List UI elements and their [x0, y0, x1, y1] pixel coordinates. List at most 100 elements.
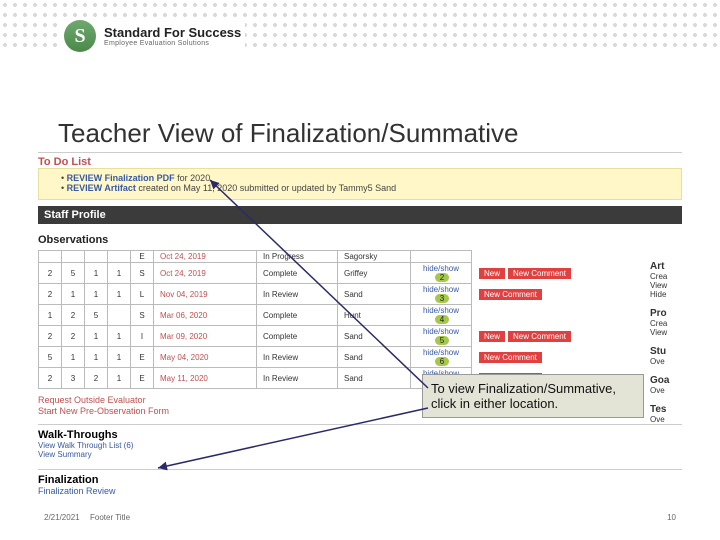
person-cell: Sand [338, 284, 411, 305]
rc-art3: Hide [650, 290, 680, 299]
cell: 5 [62, 263, 85, 284]
count-badge: 2 [435, 273, 449, 282]
badges-cell: NewNew Comment [472, 263, 576, 284]
status-cell: Complete [257, 326, 338, 347]
badges-cell: New Comment [472, 347, 576, 368]
person-cell: Sand [338, 326, 411, 347]
badges-cell: New Comment [472, 284, 576, 305]
cell: S [131, 263, 154, 284]
hide-show-cell [411, 251, 472, 263]
rc-stu1: Ove [650, 357, 680, 366]
footer-page-number: 10 [667, 513, 676, 522]
todo-item-2-rest: created on May 11, 2020 submitted or upd… [136, 183, 396, 193]
cell: 1 [62, 284, 85, 305]
walkthrough-summary-link[interactable]: View Summary [38, 450, 682, 459]
cell: 1 [108, 326, 131, 347]
cell: 1 [85, 263, 108, 284]
rc-pro-h: Pro [650, 308, 680, 319]
date-cell: Mar 09, 2020 [154, 326, 257, 347]
date-cell: May 11, 2020 [154, 368, 257, 389]
cell: 5 [39, 347, 62, 368]
walkthroughs-heading: Walk-Throughs [38, 424, 682, 441]
observations-table: EOct 24, 2019In ProgressSagorsky2511SOct… [38, 250, 576, 389]
cell: 1 [108, 347, 131, 368]
new-badge: New Comment [479, 352, 542, 363]
cell: 2 [62, 305, 85, 326]
rc-tes1: Ove [650, 415, 680, 424]
person-cell: Sagorsky [338, 251, 411, 263]
rc-stu-h: Stu [650, 346, 680, 357]
cell [62, 251, 85, 263]
logo: S Standard For Success Employee Evaluati… [60, 18, 245, 54]
count-badge: 5 [435, 336, 449, 345]
badges-cell [472, 251, 576, 263]
cell [39, 251, 62, 263]
cell: 1 [39, 305, 62, 326]
date-cell: Nov 04, 2019 [154, 284, 257, 305]
new-badge: New [479, 268, 505, 279]
rc-art-h: Art [650, 261, 680, 272]
slide-title: Teacher View of Finalization/Summative [58, 118, 519, 149]
table-row: 5111EMay 04, 2020In ReviewSandhide/show6… [39, 347, 576, 368]
logo-name: Standard For Success [104, 25, 241, 40]
count-badge: 4 [435, 315, 449, 324]
hide-show-link[interactable]: hide/show [423, 327, 459, 336]
cell: 2 [62, 326, 85, 347]
cell: 1 [108, 368, 131, 389]
cell: 5 [85, 305, 108, 326]
cell: E [131, 251, 154, 263]
review-finalization-link[interactable]: REVIEW Finalization PDF [67, 173, 175, 183]
finalization-review-link[interactable]: Finalization Review [38, 486, 682, 496]
hide-show-cell: hide/show3 [411, 284, 472, 305]
new-badge: New [479, 331, 505, 342]
todo-box: • REVIEW Finalization PDF for 2020. • RE… [38, 168, 682, 200]
hide-show-cell: hide/show2 [411, 263, 472, 284]
logo-tagline: Employee Evaluation Solutions [104, 40, 241, 47]
rc-goa-h: Goa [650, 375, 680, 386]
date-cell: Mar 06, 2020 [154, 305, 257, 326]
new-badge: New Comment [508, 331, 571, 342]
badges-cell: NewNew Comment [472, 326, 576, 347]
rc-goa1: Ove [650, 386, 680, 395]
cell: 1 [108, 263, 131, 284]
cell: 2 [39, 284, 62, 305]
cell: 1 [62, 347, 85, 368]
person-cell: Griffey [338, 263, 411, 284]
review-artifact-link[interactable]: REVIEW Artifact [67, 183, 136, 193]
table-row: 125SMar 06, 2020CompleteHunthide/show4 [39, 305, 576, 326]
person-cell: Hunt [338, 305, 411, 326]
walkthrough-list-link[interactable]: View Walk Through List (6) [38, 441, 682, 450]
cell: 1 [108, 284, 131, 305]
rc-pro2: View [650, 328, 680, 337]
table-row: 2511SOct 24, 2019CompleteGriffeyhide/sho… [39, 263, 576, 284]
cell [108, 251, 131, 263]
rc-art1: Crea [650, 272, 680, 281]
date-cell: May 04, 2020 [154, 347, 257, 368]
rc-tes-h: Tes [650, 404, 680, 415]
table-row: 2211IMar 09, 2020CompleteSandhide/show5N… [39, 326, 576, 347]
todo-item-1: • REVIEW Finalization PDF for 2020. [61, 173, 675, 183]
hide-show-link[interactable]: hide/show [423, 264, 459, 273]
status-cell: In Progress [257, 251, 338, 263]
status-cell: In Review [257, 347, 338, 368]
hide-show-cell: hide/show6 [411, 347, 472, 368]
date-cell: Oct 24, 2019 [154, 263, 257, 284]
staff-profile-bar: Staff Profile [38, 206, 682, 224]
cell: 3 [62, 368, 85, 389]
cell: 2 [39, 368, 62, 389]
logo-icon: S [64, 20, 96, 52]
person-cell: Sand [338, 368, 411, 389]
person-cell: Sand [338, 347, 411, 368]
cell: 1 [85, 284, 108, 305]
cell: L [131, 284, 154, 305]
todo-item-2: • REVIEW Artifact created on May 11, 202… [61, 183, 675, 193]
status-cell: In Review [257, 284, 338, 305]
cell: E [131, 368, 154, 389]
cell [108, 305, 131, 326]
hide-show-link[interactable]: hide/show [423, 306, 459, 315]
hide-show-link[interactable]: hide/show [423, 348, 459, 357]
rc-pro1: Crea [650, 319, 680, 328]
hide-show-link[interactable]: hide/show [423, 285, 459, 294]
status-cell: Complete [257, 305, 338, 326]
logo-text: Standard For Success Employee Evaluation… [104, 25, 241, 47]
